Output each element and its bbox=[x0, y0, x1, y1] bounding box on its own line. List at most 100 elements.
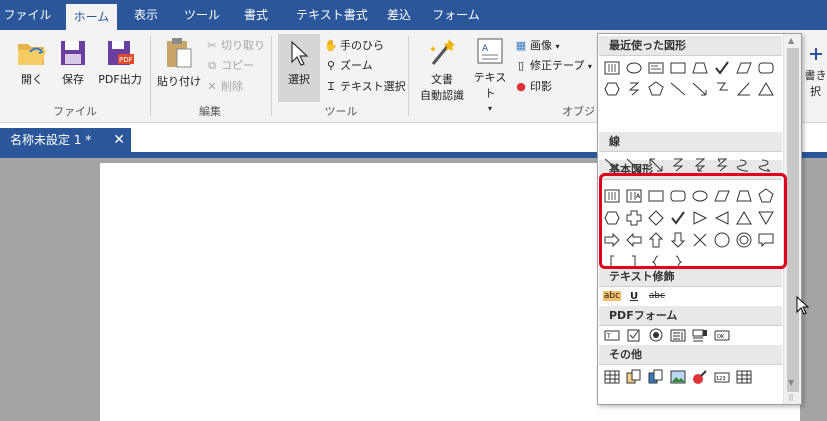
highlight-text-icon[interactable]: abc bbox=[602, 286, 622, 306]
textbox-shape-icon[interactable] bbox=[646, 58, 666, 78]
checkbox-field-icon[interactable] bbox=[624, 325, 644, 345]
group-divider bbox=[150, 36, 151, 116]
trapezoid-shape-icon[interactable] bbox=[690, 58, 710, 78]
scroll-down-icon[interactable]: ▼ bbox=[788, 378, 794, 387]
table-icon[interactable] bbox=[602, 367, 622, 387]
zigzag-line-icon[interactable] bbox=[624, 79, 644, 99]
image-button[interactable]: ▦ 画像 ▾ bbox=[514, 37, 560, 53]
hand-icon: ✋ bbox=[324, 39, 338, 52]
scrollbar-thumb[interactable] bbox=[787, 48, 799, 392]
file-group-label: ファイル bbox=[53, 105, 97, 118]
check-shape-icon[interactable] bbox=[712, 58, 732, 78]
arrow-line-icon[interactable] bbox=[624, 155, 644, 175]
triangle-shape-icon[interactable] bbox=[756, 79, 776, 99]
combo-field-icon[interactable] bbox=[690, 325, 710, 345]
tab-view[interactable]: 表示 bbox=[125, 0, 167, 30]
tab-text-format[interactable]: テキスト書式 bbox=[287, 0, 377, 30]
save-button[interactable]: 保存 bbox=[55, 38, 91, 87]
paste-button[interactable]: 貼り付け bbox=[157, 36, 201, 89]
open-button[interactable]: 開く bbox=[12, 38, 52, 87]
chevron-down-icon: ▾ bbox=[587, 62, 592, 71]
curve-line-icon[interactable] bbox=[734, 155, 754, 175]
grid-table-icon[interactable] bbox=[734, 367, 754, 387]
text-select-button[interactable]: Ɪ テキスト選択 bbox=[324, 78, 406, 94]
zigzag-arrow-icon[interactable] bbox=[690, 155, 710, 175]
delete-button[interactable]: ✕ 削除 bbox=[205, 78, 243, 94]
vertical-textbox-shape-icon[interactable] bbox=[602, 58, 622, 78]
pentagon-shape-icon[interactable] bbox=[646, 79, 666, 99]
stamp-button[interactable]: ● 印影 bbox=[514, 78, 552, 94]
zigzag-line-icon[interactable] bbox=[668, 155, 688, 175]
correction-tape-icon[interactable] bbox=[646, 367, 666, 387]
scroll-up-icon[interactable]: ▲ bbox=[788, 36, 794, 45]
ocr-label-line1: 文書 bbox=[431, 73, 453, 86]
mouse-cursor-icon bbox=[796, 296, 810, 315]
underline-text-label: U bbox=[629, 290, 639, 302]
copy-button[interactable]: ⧉ コピー bbox=[205, 57, 254, 73]
document-tab[interactable]: 名称未設定 1 * ✕ bbox=[0, 128, 131, 153]
line-icon[interactable] bbox=[602, 155, 622, 175]
resize-grip-icon[interactable]: ⠿ bbox=[788, 394, 794, 403]
hand-tool-button[interactable]: ✋ 手のひら bbox=[324, 37, 384, 53]
hexagon-shape-icon[interactable] bbox=[602, 79, 622, 99]
menu-bar: ファイル ホーム 表示 ツール 書式 テキスト書式 差込 フォーム bbox=[0, 0, 827, 30]
section-other: その他 bbox=[599, 345, 782, 365]
list-field-icon[interactable] bbox=[668, 325, 688, 345]
document-tab-title: 名称未設定 1 * bbox=[10, 133, 92, 147]
zoom-tool-button[interactable]: ⚲ ズーム bbox=[324, 57, 373, 73]
underline-text-icon[interactable]: U bbox=[624, 286, 644, 306]
ocr-button[interactable]: 文書 自動認識 bbox=[414, 36, 470, 103]
select-tool-button[interactable]: 選択 bbox=[278, 34, 320, 102]
strikethrough-text-icon[interactable]: abc bbox=[646, 286, 668, 306]
rounded-rect-shape-icon[interactable] bbox=[756, 58, 776, 78]
pdf-export-button[interactable]: PDF PDF出力 bbox=[95, 38, 145, 87]
cut-button[interactable]: ✂ 切り取り bbox=[205, 37, 265, 53]
parallelogram-shape-icon[interactable] bbox=[734, 58, 754, 78]
stamp-icon[interactable] bbox=[690, 367, 710, 387]
double-arrow-line-icon[interactable] bbox=[646, 155, 666, 175]
highlight-text-label: abc bbox=[602, 291, 622, 301]
select-tool-label: 選択 bbox=[288, 73, 310, 86]
svg-text:A: A bbox=[482, 44, 489, 54]
curve-arrow-icon[interactable] bbox=[756, 155, 776, 175]
group-divider bbox=[271, 36, 272, 116]
partial-button[interactable]: 書き 択 bbox=[804, 44, 827, 99]
page-copy-icon[interactable] bbox=[624, 367, 644, 387]
pdf-export-label: PDF出力 bbox=[98, 73, 142, 86]
text-box-icon: A bbox=[477, 38, 503, 64]
angle-shape-icon[interactable] bbox=[734, 79, 754, 99]
zigzag-double-arrow-icon[interactable] bbox=[712, 155, 732, 175]
radio-field-icon[interactable] bbox=[646, 325, 666, 345]
text-field-icon[interactable]: T bbox=[602, 325, 622, 345]
correction-tape-icon: ▯ bbox=[517, 59, 525, 72]
cut-label: 切り取り bbox=[221, 39, 265, 52]
elbow-line-icon[interactable] bbox=[712, 79, 732, 99]
zoom-tool-label: ズーム bbox=[340, 59, 373, 72]
correction-tape-button[interactable]: ▯ 修正テープ ▾ bbox=[514, 57, 592, 73]
svg-text:123: 123 bbox=[716, 376, 726, 382]
delete-x-icon: ✕ bbox=[207, 80, 217, 93]
picture-icon[interactable] bbox=[668, 367, 688, 387]
tab-tools[interactable]: ツール bbox=[178, 0, 226, 30]
tab-format[interactable]: 書式 bbox=[236, 0, 276, 30]
text-box-button[interactable]: A テキスト ▾ bbox=[471, 36, 509, 114]
tab-merge[interactable]: 差込 bbox=[379, 0, 419, 30]
tab-form[interactable]: フォーム bbox=[428, 0, 484, 30]
rectangle-shape-icon[interactable] bbox=[668, 58, 688, 78]
clipboard-icon bbox=[167, 38, 192, 68]
button-field-icon[interactable]: OK bbox=[712, 325, 732, 345]
number-field-icon[interactable]: 123 bbox=[712, 367, 732, 387]
tab-home[interactable]: ホーム bbox=[66, 4, 117, 30]
group-divider bbox=[408, 36, 409, 116]
text-cursor-icon: Ɪ bbox=[327, 80, 335, 93]
folder-open-icon bbox=[18, 44, 46, 65]
image-label: 画像 bbox=[530, 39, 552, 52]
svg-text:T: T bbox=[606, 333, 611, 340]
line-shape-icon[interactable] bbox=[668, 79, 688, 99]
picture-icon: ▦ bbox=[515, 39, 527, 52]
arrow-line-icon[interactable] bbox=[690, 79, 710, 99]
tab-file[interactable]: ファイル bbox=[0, 0, 55, 30]
close-icon[interactable]: ✕ bbox=[113, 128, 125, 153]
delete-label: 削除 bbox=[221, 80, 243, 93]
ellipse-shape-icon[interactable] bbox=[624, 58, 644, 78]
